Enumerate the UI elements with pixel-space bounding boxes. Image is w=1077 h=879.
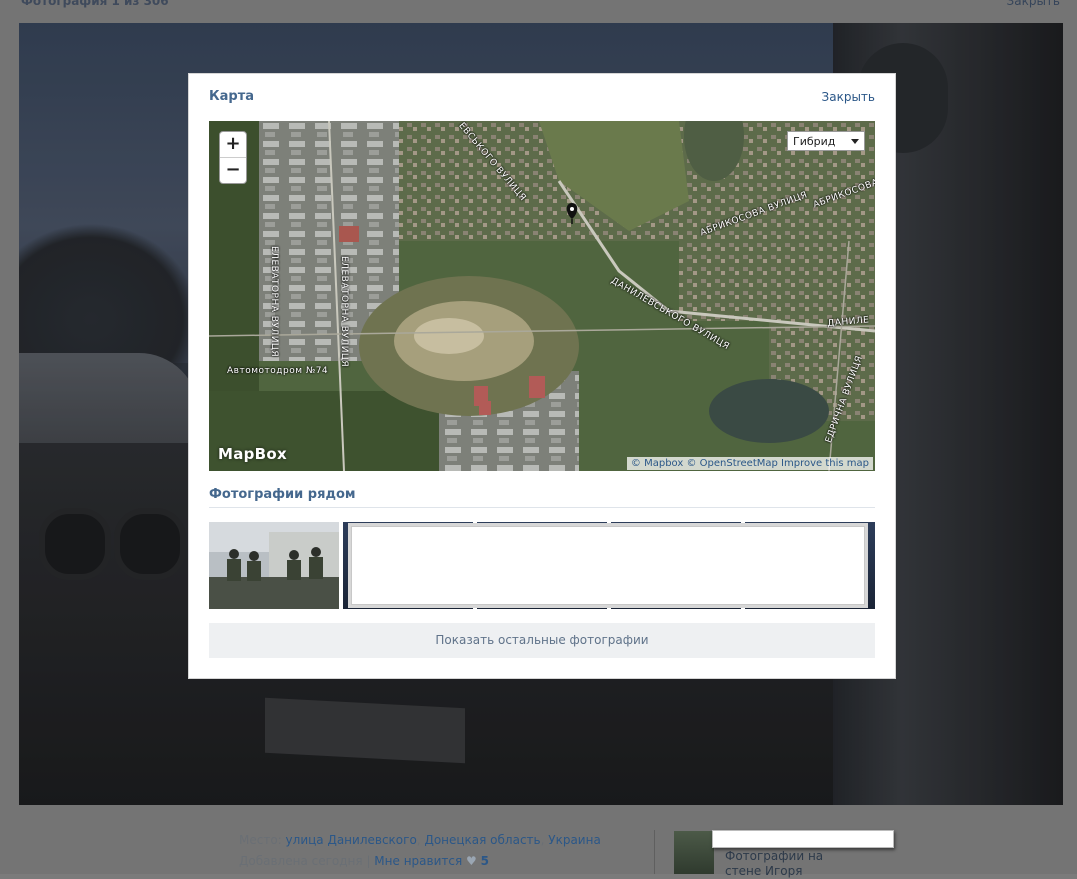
nearby-divider <box>209 507 875 508</box>
photo-counter: Фотография 1 из 306 <box>21 0 169 8</box>
photo-info: Место: улица Данилевского, Донецкая обла… <box>239 830 601 872</box>
caret-down-icon <box>851 139 859 144</box>
added-row: Добавлена сегодня | Мне нравится ♥ 5 <box>239 851 601 872</box>
layer-select[interactable]: Гибрид <box>787 131 865 151</box>
improve-map-link[interactable]: Improve this map <box>781 458 869 469</box>
info-divider <box>654 830 655 874</box>
heart-icon[interactable]: ♥ <box>466 854 477 868</box>
modal-close-link[interactable]: Закрыть <box>822 90 875 104</box>
layer-select-value: Гибрид <box>793 135 836 148</box>
like-link[interactable]: Мне нравится <box>374 854 462 868</box>
map-attribution: © Mapbox © OpenStreetMap Improve this ma… <box>626 457 873 470</box>
viewer-close-link[interactable]: Закрыть <box>1007 0 1060 8</box>
nearby-photos-title: Фотографии рядом <box>209 487 356 502</box>
nearby-photos <box>209 522 875 609</box>
wall-album-text[interactable]: Фотографии на стене Игоря <box>725 849 835 879</box>
zoom-in-button[interactable]: + <box>220 132 246 157</box>
map-view[interactable]: ЕЛЕВАТОРНА ВУЛИЦЯ ЕЛЕВАТОРНА ВУЛИЦЯ ЕВСЬ… <box>209 121 875 471</box>
added-text: Добавлена сегодня <box>239 854 363 868</box>
zoom-out-button[interactable]: − <box>220 157 246 183</box>
show-more-photos-button[interactable]: Показать остальные фотографии <box>209 623 875 658</box>
zoom-control: + − <box>219 131 247 184</box>
map-modal: Карта Закрыть ЕЛЕВАТОРНА ВУЛИЦЯ ЕЛЕВАТОР… <box>188 73 896 679</box>
modal-title: Карта <box>209 89 255 104</box>
map-label: ЕЛЕВАТОРНА ВУЛИЦЯ <box>269 246 279 358</box>
place-label: Место: <box>239 833 282 847</box>
thumbnail-image <box>209 522 339 609</box>
likes-count: 5 <box>480 854 489 868</box>
tooltip-blank <box>712 830 894 848</box>
place-street-link[interactable]: улица Данилевского <box>286 833 417 847</box>
wall-album-thumbnail[interactable] <box>674 831 714 874</box>
mapbox-logo[interactable]: MapBox <box>218 445 287 463</box>
blank-popup <box>351 526 865 605</box>
osm-attribution-link[interactable]: © OpenStreetMap <box>686 458 777 469</box>
map-label: Автомотодром №74 <box>227 366 329 376</box>
mapbox-attribution-link[interactable]: © Mapbox <box>631 458 683 469</box>
nearby-photo-thumbnail[interactable] <box>209 522 339 609</box>
place-region-link[interactable]: Донецкая область <box>424 833 540 847</box>
place-country-link[interactable]: Украина <box>548 833 601 847</box>
satellite-imagery <box>209 121 875 471</box>
place-row: Место: улица Данилевского, Донецкая обла… <box>239 833 601 847</box>
map-label: ЕЛЕВАТОРНА ВУЛИЦЯ <box>339 256 349 368</box>
